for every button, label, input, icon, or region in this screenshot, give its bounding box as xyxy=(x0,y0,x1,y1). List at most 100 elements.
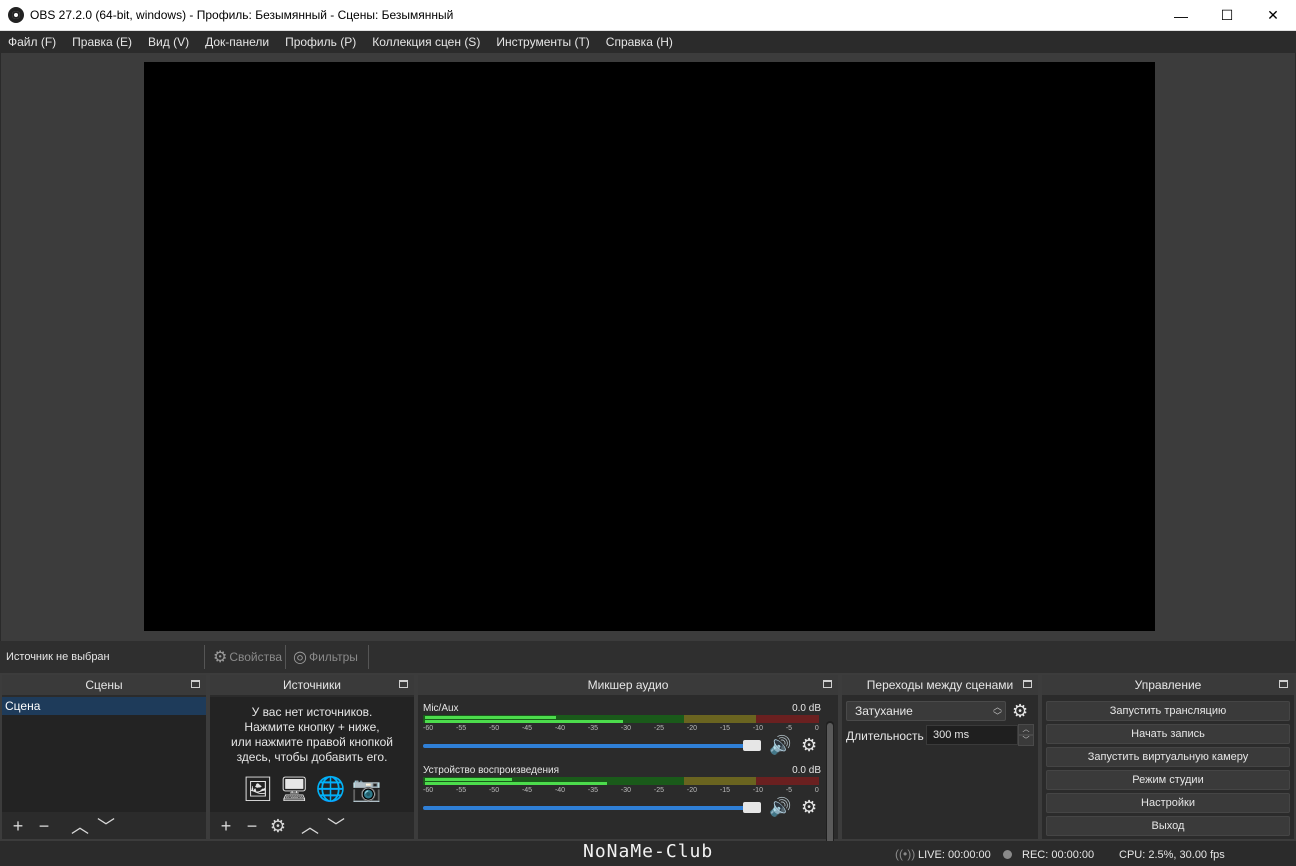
tick-label: -25 xyxy=(653,787,665,794)
tick-label: -10 xyxy=(752,787,763,794)
gear-icon[interactable]: ⚙ xyxy=(801,735,817,756)
scene-item[interactable]: Сцена xyxy=(2,697,206,715)
volume-slider-handle[interactable] xyxy=(743,802,761,813)
mixer-header: Микшер аудио xyxy=(418,675,838,695)
tick-label: -15 xyxy=(719,787,730,794)
tick-label: -35 xyxy=(587,787,599,794)
transitions-body: Затухание ︿ ﹀ ⚙ Длительность 300 ms ︿ ﹀ xyxy=(842,697,1038,839)
volume-slider[interactable] xyxy=(423,806,761,810)
tick-label: -30 xyxy=(620,787,632,794)
empty-line: Нажмите кнопку + ниже, xyxy=(244,720,380,734)
scrollbar-thumb[interactable] xyxy=(827,723,833,857)
studio-mode-button[interactable]: Режим студии xyxy=(1046,770,1290,790)
move-source-down-button[interactable]: ﹀ xyxy=(326,816,346,837)
menu-tools[interactable]: Инструменты (T) xyxy=(488,35,597,49)
title-bar: OBS 27.2.0 (64-bit, windows) - Профиль: … xyxy=(0,0,1296,31)
menu-scene-collection[interactable]: Коллекция сцен (S) xyxy=(364,35,488,49)
tick-label: -20 xyxy=(686,725,697,732)
menu-docks[interactable]: Док-панели xyxy=(197,35,277,49)
dock-float-icon[interactable] xyxy=(1279,680,1288,688)
tick-label: -55 xyxy=(455,787,467,794)
add-source-button[interactable]: + xyxy=(216,816,236,836)
maximize-button[interactable]: ☐ xyxy=(1204,0,1250,31)
meter-ticks: -60 -55 -50 -45 -40 -35 -30 -25 -20 -15 … xyxy=(423,787,819,797)
channel-name: Mic/Aux xyxy=(423,703,459,714)
menu-file[interactable]: Файл (F) xyxy=(0,35,64,49)
preview-canvas[interactable] xyxy=(144,62,1155,631)
settings-button[interactable]: Настройки xyxy=(1046,793,1290,813)
start-virtualcam-button[interactable]: Запустить виртуальную камеру xyxy=(1046,747,1290,767)
obs-logo-icon xyxy=(8,7,24,23)
duration-input[interactable]: 300 ms xyxy=(926,725,1018,745)
dock-float-icon[interactable] xyxy=(823,680,832,688)
scenes-toolbar: + − ︿ ﹀ xyxy=(2,813,206,839)
audio-mixer-dock: Микшер аудио Mic/Aux 0.0 dB -60 -55 -50 … xyxy=(418,675,838,859)
speaker-icon[interactable]: 🔊 xyxy=(769,797,791,818)
remove-source-button[interactable]: − xyxy=(242,816,262,836)
tick-label: -15 xyxy=(719,725,730,732)
tick-label: -60 xyxy=(423,787,434,794)
gear-icon[interactable]: ⚙ xyxy=(1012,701,1028,722)
filters-button[interactable]: ◎ Фильтры xyxy=(293,647,358,667)
speaker-icon[interactable]: 🔊 xyxy=(769,735,791,756)
image-icon: 🖼 xyxy=(242,776,274,803)
controls-title: Управление xyxy=(1134,678,1202,692)
tick-label: -5 xyxy=(785,725,793,732)
move-source-up-button[interactable]: ︿ xyxy=(300,816,320,837)
dock-float-icon[interactable] xyxy=(1023,680,1032,688)
camera-icon: 📷 xyxy=(351,776,382,803)
minimize-button[interactable]: — xyxy=(1158,0,1204,31)
transition-select[interactable]: Затухание ︿ ﹀ xyxy=(846,701,1006,721)
transitions-dock: Переходы между сценами Затухание ︿ ﹀ ⚙ Дл… xyxy=(842,675,1038,839)
volume-slider[interactable] xyxy=(423,744,761,748)
gear-icon[interactable]: ⚙ xyxy=(801,797,817,818)
meter-level xyxy=(425,778,513,781)
menu-help[interactable]: Справка (H) xyxy=(598,35,681,49)
sources-list[interactable]: У вас нет источников. Нажмите кнопку + н… xyxy=(210,697,414,812)
close-button[interactable]: ✕ xyxy=(1250,0,1296,31)
exit-button[interactable]: Выход xyxy=(1046,816,1290,836)
remove-scene-button[interactable]: − xyxy=(34,816,54,836)
tick-label: -10 xyxy=(752,725,763,732)
source-type-icons: 🖼 🖥 🌐 📷 xyxy=(210,775,414,804)
menu-profile[interactable]: Профиль (P) xyxy=(277,35,364,49)
meter-ticks: -60 -55 -50 -45 -40 -35 -30 -25 -20 -15 … xyxy=(423,725,819,735)
empty-line: здесь, чтобы добавить его. xyxy=(236,750,388,764)
spin-up-button[interactable]: ︿ xyxy=(1018,724,1034,735)
move-scene-up-button[interactable]: ︿ xyxy=(70,816,90,837)
move-scene-down-button[interactable]: ﹀ xyxy=(96,816,116,837)
tick-label: -40 xyxy=(554,725,566,732)
start-streaming-button[interactable]: Запустить трансляцию xyxy=(1046,701,1290,721)
scenes-dock: Сцены Сцена + − ︿ ﹀ xyxy=(2,675,206,839)
toolbar-divider xyxy=(204,645,205,669)
meter-level xyxy=(425,720,623,723)
channel-db: 0.0 dB xyxy=(792,765,821,776)
tick-label: -35 xyxy=(587,725,599,732)
add-scene-button[interactable]: + xyxy=(8,816,28,836)
empty-line: У вас нет источников. xyxy=(251,705,373,719)
source-properties-button[interactable]: ⚙ xyxy=(268,816,288,836)
preview-area xyxy=(0,53,1296,641)
dock-float-icon[interactable] xyxy=(191,680,200,688)
plus-icon: + xyxy=(220,815,232,836)
start-recording-button[interactable]: Начать запись xyxy=(1046,724,1290,744)
broadcast-icon: ((•)) xyxy=(895,847,916,861)
tick-label: -60 xyxy=(423,725,434,732)
sources-header: Источники xyxy=(210,675,414,695)
spin-down-button[interactable]: ﹀ xyxy=(1018,735,1034,746)
menu-edit[interactable]: Правка (E) xyxy=(64,35,140,49)
sources-toolbar: + − ⚙ ︿ ﹀ xyxy=(210,813,414,839)
mixer-scrollbar[interactable] xyxy=(826,721,834,859)
properties-button[interactable]: ⚙ Свойства xyxy=(213,647,282,667)
source-toolbar: Источник не выбран ⚙ Свойства ◎ Фильтры xyxy=(0,641,1296,673)
chevron-down-icon: ﹀ xyxy=(97,817,115,837)
plus-icon: + xyxy=(12,815,24,836)
rec-timer: REC: 00:00:00 xyxy=(1022,849,1095,861)
sources-dock: Источники У вас нет источников. Нажмите … xyxy=(210,675,414,839)
menu-view[interactable]: Вид (V) xyxy=(140,35,197,49)
mixer-title: Микшер аудио xyxy=(587,678,669,692)
volume-slider-handle[interactable] xyxy=(743,740,761,751)
minus-icon: − xyxy=(38,815,50,836)
dock-float-icon[interactable] xyxy=(399,680,408,688)
status-bar: NoNaMe-Club ((•)) LIVE: 00:00:00 REC: 00… xyxy=(0,841,1296,866)
